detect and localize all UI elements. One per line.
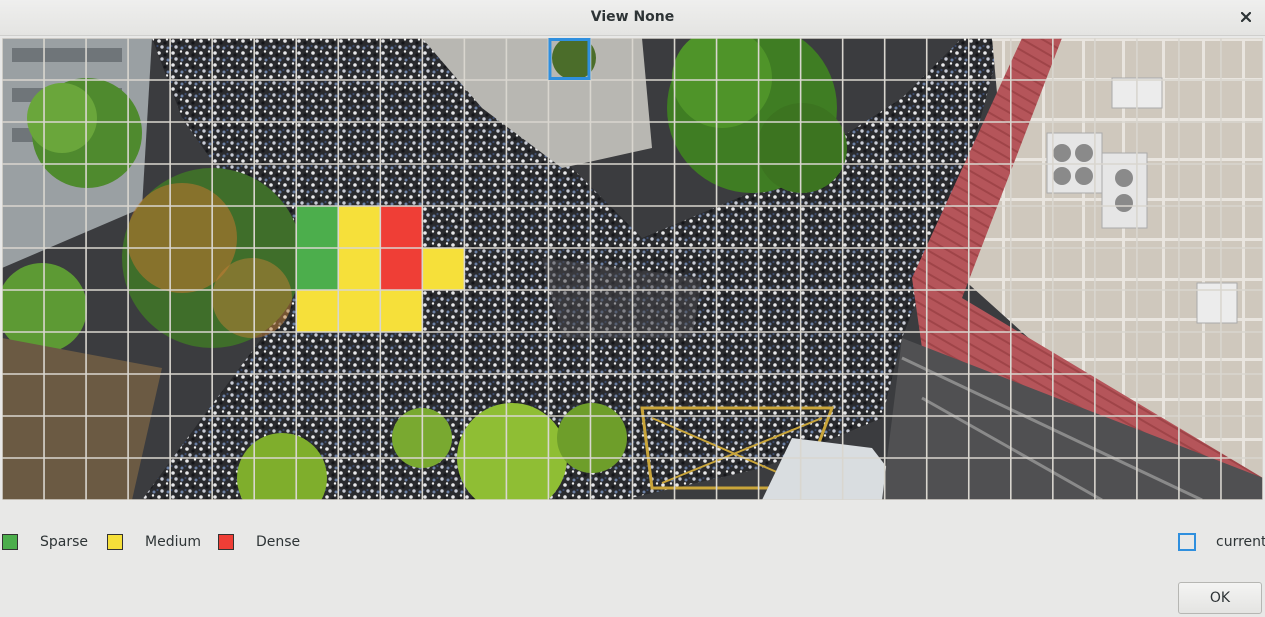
grid-cell-medium[interactable] [338, 290, 381, 332]
close-button[interactable] [1235, 6, 1257, 28]
dense-label: Dense [256, 534, 301, 550]
current-swatch [1178, 533, 1196, 551]
title-bar: View None [0, 0, 1265, 36]
grid-cell-sparse[interactable] [296, 206, 339, 248]
dense-swatch [218, 534, 234, 550]
sparse-swatch [2, 534, 18, 550]
grid-cell-sparse[interactable] [296, 248, 339, 290]
grid-cell-dense[interactable] [380, 206, 423, 248]
close-icon [1241, 12, 1251, 22]
current-cell-highlight[interactable] [548, 38, 591, 80]
ok-button[interactable]: OK [1178, 582, 1262, 614]
window-title: View None [590, 9, 675, 25]
grid-cell-medium[interactable] [338, 206, 381, 248]
grid-cell-medium[interactable] [296, 290, 339, 332]
grid-cell-medium[interactable] [422, 248, 465, 290]
grid-cell-dense[interactable] [380, 248, 423, 290]
medium-label: Medium [145, 534, 201, 550]
crowd-image-view[interactable] [2, 38, 1263, 500]
legend-dense: Dense [218, 532, 300, 552]
sparse-label: Sparse [40, 534, 89, 550]
legend-current: current [1178, 532, 1265, 552]
density-grid-overlay[interactable] [2, 38, 1263, 500]
crowd-density-dialog: View None Sparse Medium Dense current OK [0, 0, 1265, 617]
medium-swatch [107, 534, 123, 550]
legend-sparse: Sparse [2, 532, 88, 552]
grid-cell-medium[interactable] [338, 248, 381, 290]
legend-medium: Medium [107, 532, 201, 552]
grid-cell-medium[interactable] [380, 290, 423, 332]
density-legend: Sparse Medium Dense current [0, 520, 1265, 560]
current-label: current [1216, 534, 1265, 550]
